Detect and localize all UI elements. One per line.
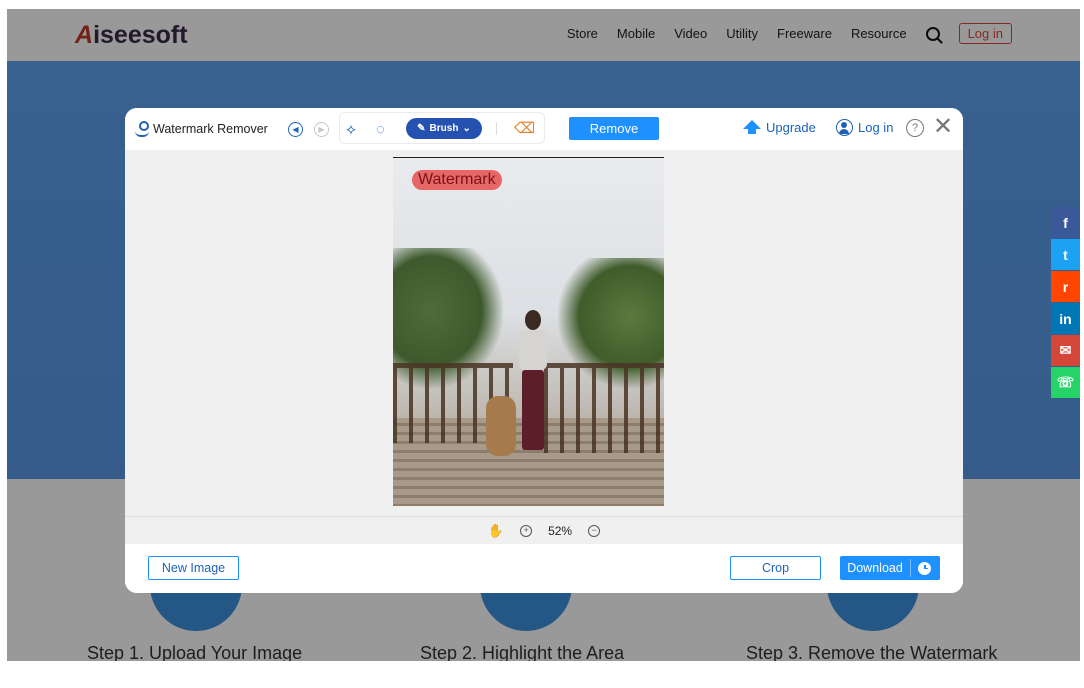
selection-tool-group: ⟡ ◌ ✎ Brush ⌄ ⌫ bbox=[339, 112, 545, 144]
close-icon[interactable]: ✕ bbox=[933, 115, 953, 139]
modal-title-text: Watermark Remover bbox=[153, 122, 268, 136]
whatsapp-icon[interactable]: ☏ bbox=[1051, 367, 1080, 398]
highlighted-watermark: Watermark bbox=[412, 170, 502, 190]
linkedin-icon[interactable]: in bbox=[1051, 303, 1080, 334]
modal-login-link[interactable]: Log in bbox=[836, 119, 893, 136]
gmail-icon[interactable]: ✉ bbox=[1051, 335, 1080, 366]
social-share-bar: f t r in ✉ ☏ bbox=[1051, 207, 1080, 399]
remove-button[interactable]: Remove bbox=[569, 117, 659, 140]
image-canvas[interactable]: Watermark bbox=[125, 150, 963, 516]
undo-icon[interactable]: ◀ bbox=[288, 122, 303, 137]
modal-toolbar: Watermark Remover ◀ ▶ ⟡ ◌ ✎ Brush ⌄ ⌫ Re… bbox=[125, 108, 963, 150]
download-label: Download bbox=[847, 561, 903, 575]
brush-icon: ✎ bbox=[417, 123, 426, 134]
zoom-out-icon[interactable]: − bbox=[588, 524, 601, 537]
brush-label: Brush bbox=[429, 123, 459, 134]
facebook-icon[interactable]: f bbox=[1051, 207, 1080, 238]
reddit-icon[interactable]: r bbox=[1051, 271, 1080, 302]
polygon-lasso-icon[interactable]: ⟡ bbox=[346, 121, 356, 138]
modal-login-label: Log in bbox=[858, 120, 894, 135]
zoom-in-icon[interactable]: + bbox=[520, 524, 533, 537]
clock-icon[interactable] bbox=[918, 561, 931, 575]
download-button[interactable]: Download bbox=[840, 556, 940, 580]
user-icon bbox=[836, 119, 853, 136]
chevron-down-icon: ⌄ bbox=[462, 123, 471, 134]
photo-person bbox=[513, 310, 553, 458]
uploaded-photo[interactable]: Watermark bbox=[393, 157, 664, 506]
tool-divider bbox=[496, 122, 497, 135]
brush-tool-button[interactable]: ✎ Brush ⌄ bbox=[406, 118, 482, 139]
zoom-bar: ✋ + 52% − bbox=[125, 516, 963, 544]
lasso-icon[interactable]: ◌ bbox=[376, 121, 385, 138]
crop-button[interactable]: Crop bbox=[730, 556, 821, 580]
upgrade-label: Upgrade bbox=[766, 120, 816, 135]
upgrade-arrow-icon bbox=[743, 120, 761, 134]
twitter-icon[interactable]: t bbox=[1051, 239, 1080, 270]
modal-title: Watermark Remover bbox=[135, 121, 268, 137]
photo-dog bbox=[486, 396, 516, 456]
hand-pan-icon[interactable]: ✋ bbox=[488, 523, 504, 539]
help-icon[interactable]: ? bbox=[906, 119, 924, 137]
watermark-tool-icon bbox=[135, 121, 149, 137]
zoom-level: 52% bbox=[548, 523, 573, 538]
upgrade-link[interactable]: Upgrade bbox=[743, 120, 816, 135]
watermark-remover-modal: Watermark Remover ◀ ▶ ⟡ ◌ ✎ Brush ⌄ ⌫ Re… bbox=[125, 108, 963, 593]
modal-footer: New Image Crop Download bbox=[125, 544, 963, 593]
redo-icon[interactable]: ▶ bbox=[314, 122, 329, 137]
new-image-button[interactable]: New Image bbox=[148, 556, 239, 580]
eraser-icon[interactable]: ⌫ bbox=[514, 119, 535, 137]
